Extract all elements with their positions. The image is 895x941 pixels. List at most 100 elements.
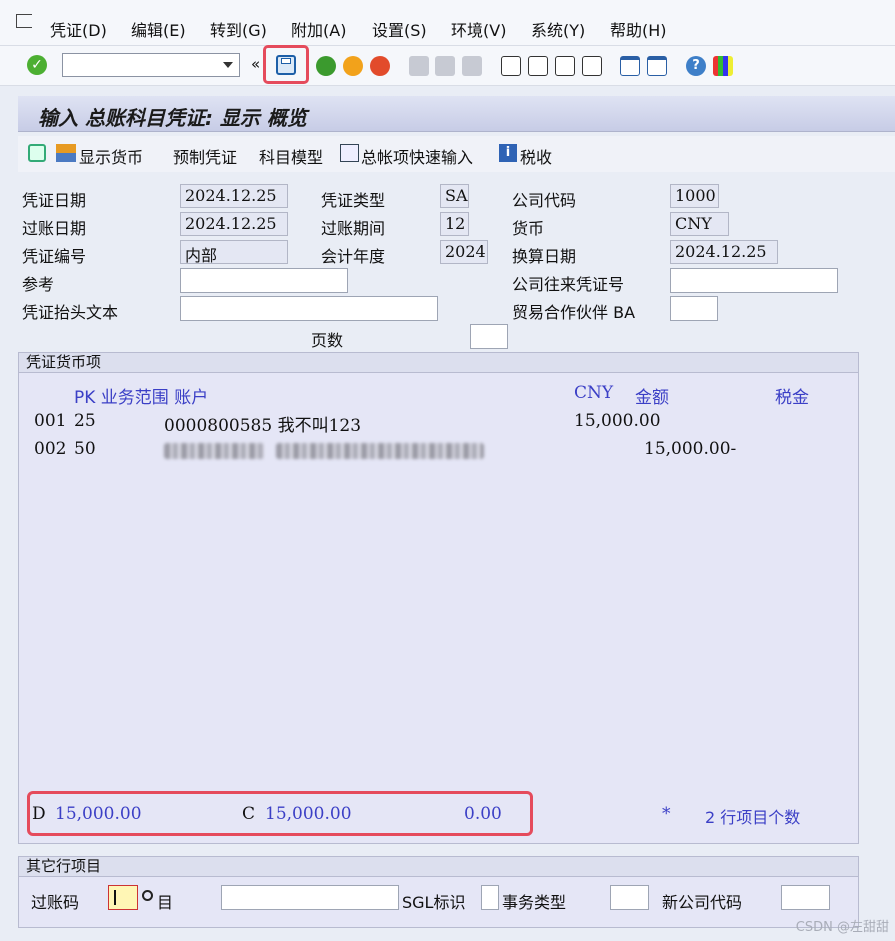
- company-code-label: 公司代码: [512, 191, 577, 210]
- star-marker: *: [662, 804, 671, 824]
- other-line-item-group: 其它行项目 过账码 目 SGL标识 事务类型 新公司代码: [18, 856, 859, 928]
- row-line-no: 002: [34, 439, 67, 459]
- doc-no-field: 内部: [180, 240, 288, 265]
- doc-type-field: SA: [440, 184, 469, 208]
- trans-type-input[interactable]: [610, 885, 649, 910]
- redacted-account-name: [276, 443, 484, 459]
- header-text-label: 凭证抬头文本: [22, 303, 119, 322]
- menu-help[interactable]: 帮助(H): [610, 17, 667, 41]
- menu-document[interactable]: 凭证(D): [50, 17, 107, 41]
- sgl-label: SGL标识: [402, 893, 466, 912]
- tax-button[interactable]: 税收: [520, 144, 552, 168]
- page-title: 输入 总账科目凭证: 显示 概览: [38, 106, 307, 130]
- collapse-icon[interactable]: «: [251, 55, 260, 73]
- menu-edit[interactable]: 编辑(E): [131, 17, 186, 41]
- system-menu-icon[interactable]: [16, 14, 32, 28]
- menu-goto[interactable]: 转到(G): [210, 17, 267, 41]
- doc-date-field: 2024.12.25: [180, 184, 288, 208]
- check-icon[interactable]: ✓: [27, 55, 47, 75]
- reference-input[interactable]: [180, 268, 348, 293]
- col-tax: 税金: [775, 388, 809, 408]
- watermark: CSDN @左甜甜: [795, 920, 889, 935]
- standard-toolbar: ✓ « ?: [0, 46, 895, 86]
- exit-icon[interactable]: [343, 56, 363, 76]
- row-line-no: 001: [34, 411, 67, 431]
- intercompany-label: 公司往来凭证号: [512, 275, 625, 294]
- pages-label: 页数: [311, 331, 344, 350]
- reference-label: 参考: [22, 275, 55, 294]
- items-group-title: 凭证货币项: [19, 353, 858, 373]
- posting-key-input[interactable]: [108, 885, 138, 910]
- period-label: 过账期间: [321, 219, 386, 238]
- trans-type-label: 事务类型: [502, 893, 567, 912]
- period-field: 12: [440, 212, 469, 236]
- account-model-button[interactable]: 科目模型: [259, 144, 323, 168]
- menu-extras[interactable]: 附加(A): [291, 17, 346, 41]
- document-items-group: 凭证货币项 PK 业务范围 账户 CNY 金额 税金 001 25 000080…: [18, 352, 859, 844]
- fast-entry-button[interactable]: 总帐项快速输入: [361, 144, 473, 168]
- print-icon[interactable]: [409, 56, 429, 76]
- row-posting-key: 25: [74, 411, 96, 431]
- other-group-title: 其它行项目: [19, 857, 858, 877]
- row-credit-amount: 15,000.00-: [644, 439, 737, 459]
- redacted-account: [164, 443, 264, 459]
- posting-date-field: 2024.12.25: [180, 212, 288, 236]
- col-amount: 金额: [635, 388, 669, 408]
- currency-field: CNY: [670, 212, 729, 236]
- translation-date-label: 换算日期: [512, 247, 577, 266]
- trading-partner-input[interactable]: [670, 296, 718, 321]
- col-pk-area-account: PK 业务范围 账户: [74, 388, 209, 408]
- pages-input[interactable]: [470, 324, 508, 349]
- fiscal-year-label: 会计年度: [321, 247, 386, 266]
- doc-date-label: 凭证日期: [22, 191, 87, 210]
- menu-settings[interactable]: 设置(S): [372, 17, 427, 41]
- find-next-icon[interactable]: [462, 56, 482, 76]
- row-posting-key: 50: [74, 439, 96, 459]
- show-currency-button[interactable]: 显示货币: [79, 144, 143, 168]
- next-page-icon[interactable]: [555, 56, 575, 76]
- posting-key-label: 过账码: [31, 893, 80, 912]
- menu-bar: 凭证(D) 编辑(E) 转到(G) 附加(A) 设置(S) 环境(V) 系统(Y…: [0, 0, 895, 46]
- back-icon[interactable]: [316, 56, 336, 76]
- translation-date-field: 2024.12.25: [670, 240, 778, 264]
- command-field[interactable]: [62, 53, 240, 77]
- search-icon[interactable]: [142, 890, 153, 901]
- header-text-input[interactable]: [180, 296, 438, 321]
- dropdown-arrow-icon[interactable]: [223, 62, 233, 68]
- sgl-input[interactable]: [481, 885, 499, 910]
- menu-environment[interactable]: 环境(V): [451, 17, 506, 41]
- totals-highlight: [27, 791, 533, 836]
- trading-partner-label: 贸易合作伙伴 BA: [512, 303, 636, 322]
- doc-no-label: 凭证编号: [22, 247, 87, 266]
- new-session-icon[interactable]: [620, 56, 640, 76]
- fiscal-year-field: 2024: [440, 240, 488, 264]
- row-account: 0000800585 我不叫123: [164, 416, 362, 436]
- account-input[interactable]: [221, 885, 399, 910]
- currency-icon: [56, 144, 76, 162]
- zoom-icon[interactable]: [28, 144, 46, 162]
- help-icon[interactable]: ?: [686, 56, 706, 76]
- account-label: 目: [157, 893, 174, 912]
- title-bar: 输入 总账科目凭证: 显示 概览: [18, 96, 895, 132]
- posting-date-label: 过账日期: [22, 219, 87, 238]
- menu-system[interactable]: 系统(Y): [531, 17, 585, 41]
- new-company-input[interactable]: [781, 885, 830, 910]
- application-toolbar: 显示货币 预制凭证 科目模型 总帐项快速输入 i 税收: [18, 136, 895, 172]
- first-page-icon[interactable]: [501, 56, 521, 76]
- col-currency: CNY: [574, 383, 614, 403]
- shortcut-icon[interactable]: [647, 56, 667, 76]
- prev-page-icon[interactable]: [528, 56, 548, 76]
- fast-entry-icon: [340, 144, 359, 162]
- save-button-highlight: [263, 45, 309, 84]
- last-page-icon[interactable]: [582, 56, 602, 76]
- intercompany-input[interactable]: [670, 268, 838, 293]
- new-company-label: 新公司代码: [662, 893, 743, 912]
- currency-label: 货币: [512, 219, 545, 238]
- doc-type-label: 凭证类型: [321, 191, 386, 210]
- find-icon[interactable]: [435, 56, 455, 76]
- layout-icon[interactable]: [713, 56, 733, 76]
- company-code-field: 1000: [670, 184, 719, 208]
- cancel-icon[interactable]: [370, 56, 390, 76]
- park-document-button[interactable]: 预制凭证: [173, 144, 237, 168]
- row-debit-amount: 15,000.00: [574, 411, 661, 431]
